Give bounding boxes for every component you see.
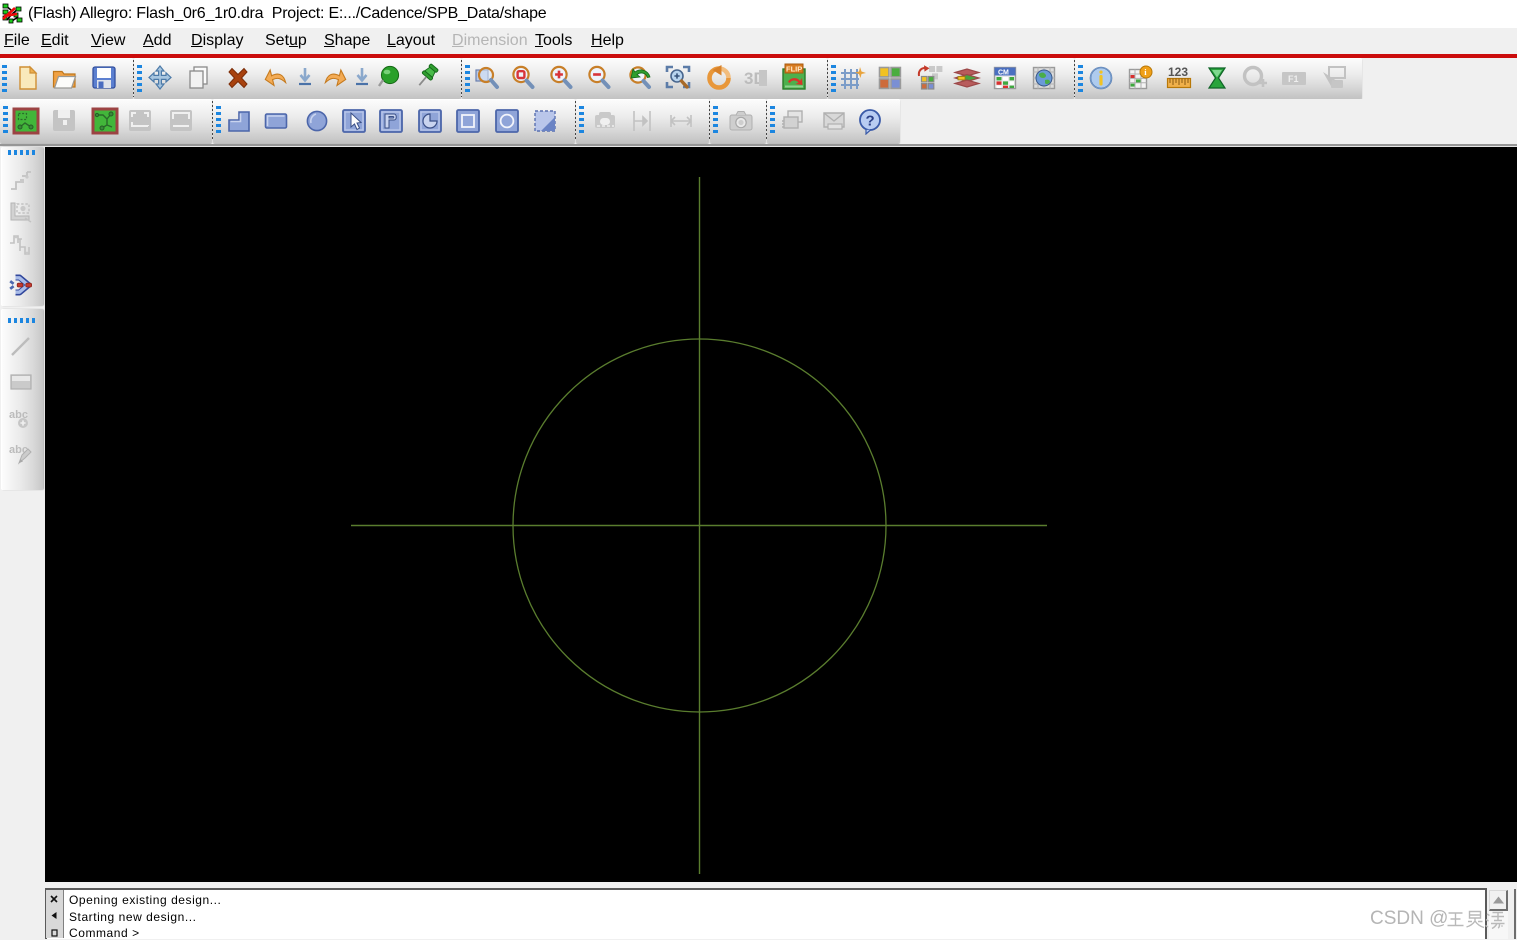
svg-text:F1: F1 <box>1288 74 1299 84</box>
svg-text:FLIP: FLIP <box>786 65 802 74</box>
svg-text:?: ? <box>866 113 875 130</box>
svg-text:CM: CM <box>998 69 1009 76</box>
svg-text:123: 123 <box>1168 65 1188 79</box>
